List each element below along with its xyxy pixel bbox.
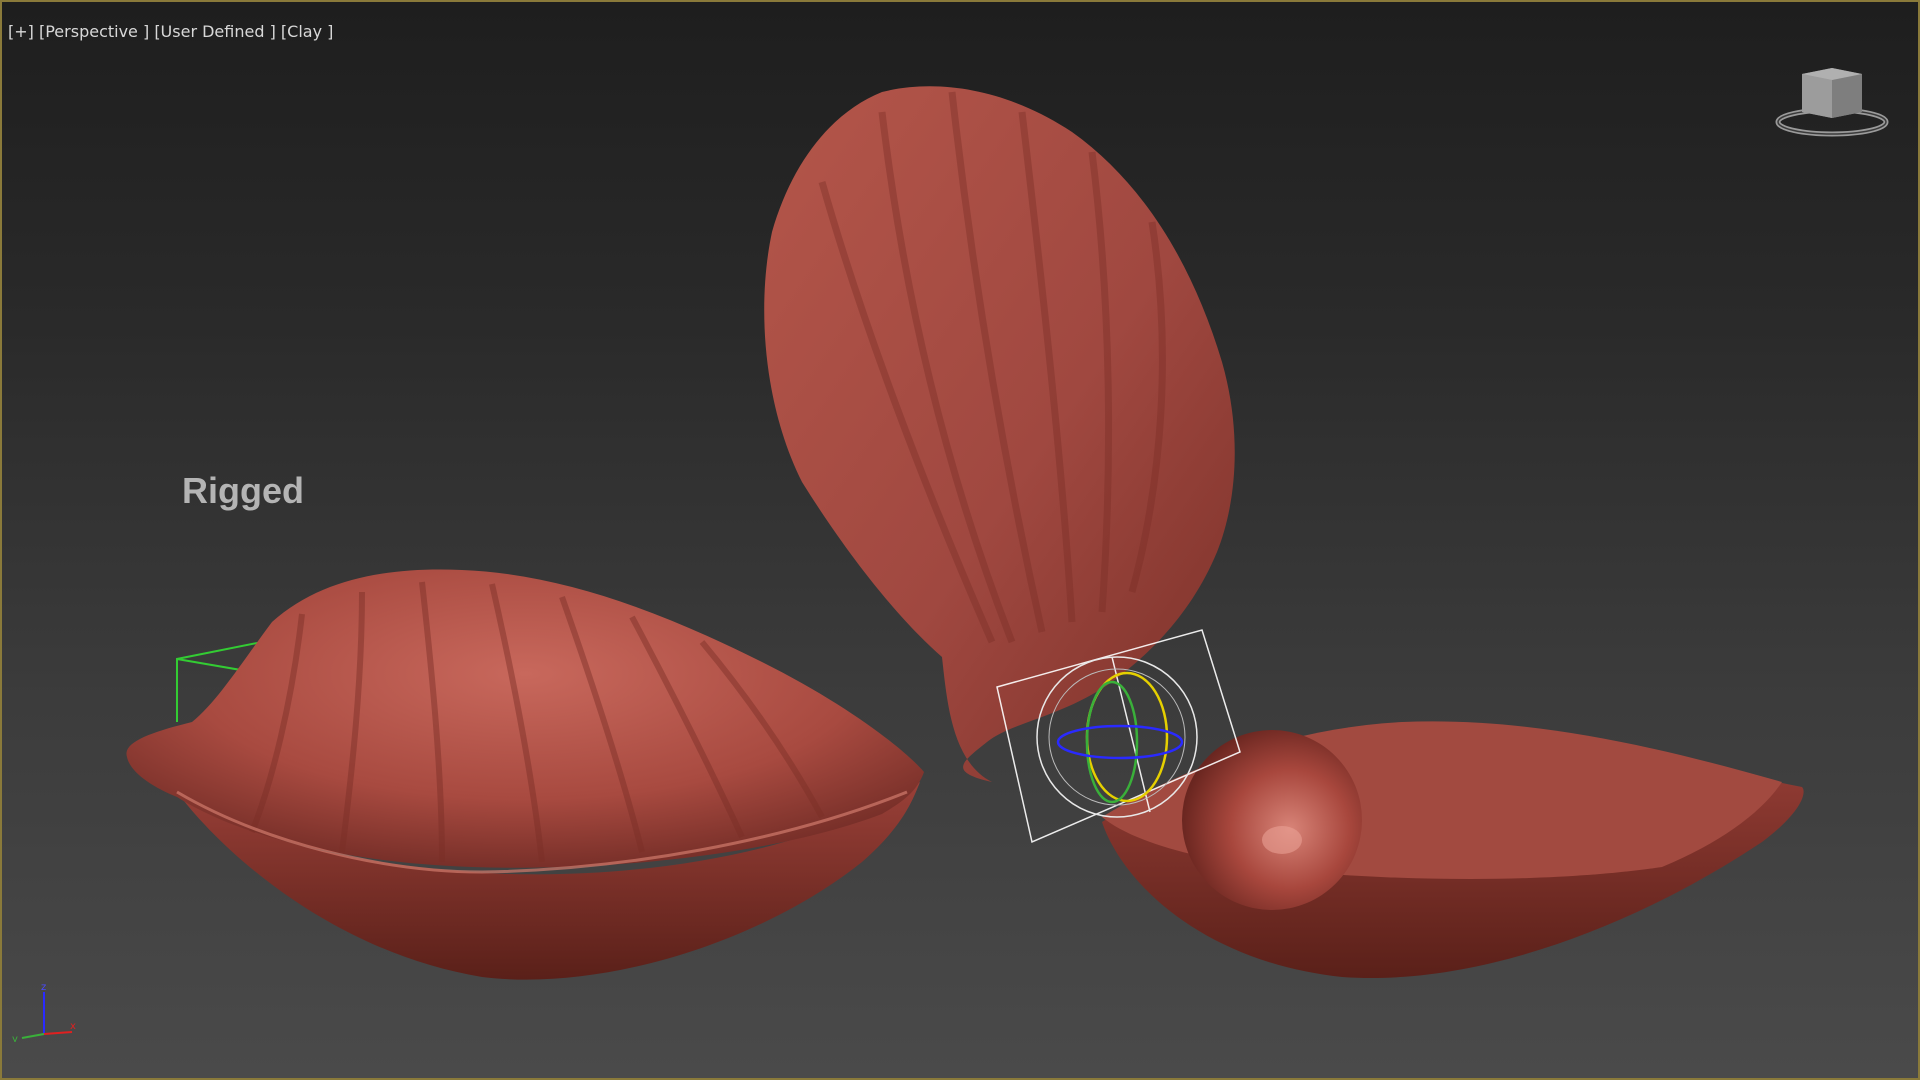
scene-text-label: Rigged (182, 470, 304, 511)
axis-x-label: x (70, 1021, 76, 1032)
axis-z-label: z (41, 982, 46, 993)
axis-tripod-icon: z x y (12, 982, 76, 1042)
perspective-viewport[interactable]: [+] [Perspective ] [User Defined ] [Clay… (0, 0, 1920, 1080)
pearl[interactable] (1182, 730, 1362, 910)
viewcube-icon[interactable] (1772, 64, 1892, 144)
scene-geometry[interactable] (2, 2, 1918, 1078)
axis-y-label: y (12, 1034, 18, 1042)
closed-shell-top[interactable] (126, 569, 924, 868)
pearl-highlight (1262, 826, 1302, 854)
